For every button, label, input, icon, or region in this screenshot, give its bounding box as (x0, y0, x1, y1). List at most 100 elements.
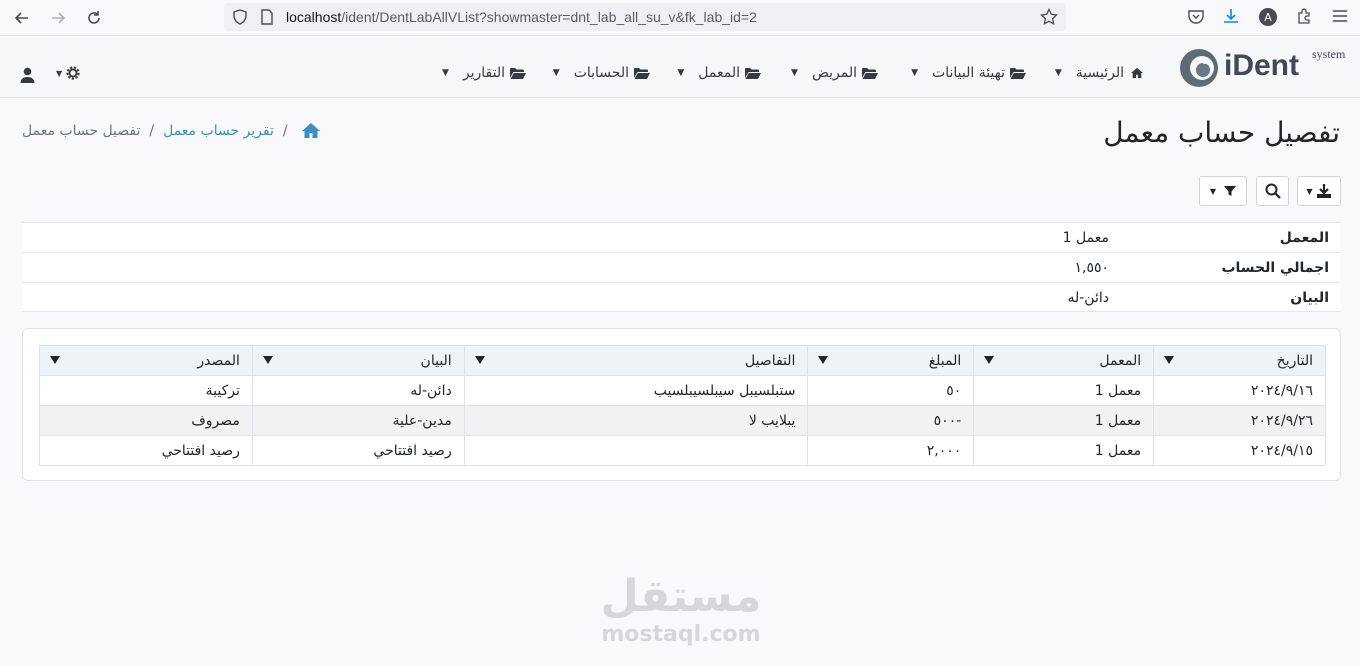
caret-down-icon: ▼ (1306, 186, 1313, 196)
download-icon (1316, 184, 1331, 198)
cell-date: ٢٠٢٤/٩/١٥ (1153, 435, 1326, 466)
watermark-arabic: مستقل (600, 571, 762, 622)
column-header-details[interactable]: التفاصيل (463, 345, 809, 376)
back-button[interactable] (10, 6, 34, 30)
breadcrumb-current: تفصيل حساب معمل (22, 122, 141, 139)
filter-icon[interactable] (50, 355, 60, 365)
filter-icon[interactable] (1164, 355, 1175, 365)
browser-toolbar: localhost/ident/DentLabAllVList?showmast… (0, 0, 1360, 36)
breadcrumb-separator: / (149, 122, 155, 139)
page-icon (261, 9, 273, 25)
nav-patient[interactable]: المريض ▼ (791, 63, 878, 83)
url-text: localhost/ident/DentLabAllVList?showmast… (286, 9, 757, 25)
url-host: localhost (286, 9, 342, 25)
cell-amount: -٥٠٠ (807, 405, 975, 436)
cell-amount: ٥٠ (807, 375, 975, 406)
cell-source: رصيد افتتاحي (39, 435, 253, 466)
reload-icon (88, 11, 100, 24)
caret-down-icon: ▼ (56, 68, 63, 78)
table-row[interactable]: ٢٠٢٤/٩/١٥ معمل 1 ٢,٠٠٠ رصيد افتتاحي رصيد… (39, 435, 1326, 466)
download-icon[interactable] (1222, 7, 1240, 25)
pocket-icon[interactable] (1187, 8, 1205, 26)
cell-lab: معمل 1 (973, 405, 1155, 436)
filter-icon[interactable] (474, 355, 485, 365)
menu-icon[interactable] (1331, 8, 1349, 24)
gear-icon (66, 66, 80, 80)
settings-dropdown[interactable]: ▼ (56, 64, 82, 82)
nav-accounts-label: الحسابات (573, 65, 629, 81)
logo-text: iDent (1224, 49, 1299, 82)
column-header-lab[interactable]: المعمل (973, 345, 1155, 376)
master-value: ١,٥٥٠ (1074, 260, 1109, 276)
chevron-down-icon: ▼ (791, 68, 798, 78)
cell-lab: معمل 1 (973, 435, 1155, 466)
forward-button[interactable] (46, 6, 70, 30)
nav-data-setup[interactable]: تهيئة البيانات ▼ (911, 63, 1026, 83)
cell-amount: ٢,٠٠٠ (807, 435, 975, 466)
column-header-amount[interactable]: المبلغ (807, 345, 975, 376)
folder-open-icon (862, 68, 878, 79)
logo[interactable]: iDent system (1178, 45, 1348, 91)
master-label: اجمالي الحساب (1221, 260, 1329, 276)
account-icon[interactable]: A (1259, 8, 1277, 26)
chevron-down-icon: ▼ (552, 68, 560, 78)
address-bar[interactable]: localhost/ident/DentLabAllVList?showmast… (224, 3, 1066, 31)
reload-button[interactable] (82, 6, 106, 30)
arrow-right-icon (52, 12, 66, 24)
app-header: iDent system الرئيسية ▼ تهيئة البيانات ▼… (0, 37, 1360, 98)
folder-open-icon (634, 68, 650, 79)
search-button[interactable] (1256, 176, 1289, 206)
grid-header-row: التاريخ المعمل المبلغ التفاصيل البيان ال… (39, 345, 1326, 376)
nav-reports[interactable]: التقارير ▼ (442, 63, 526, 83)
home-icon[interactable] (301, 122, 321, 139)
arrow-left-icon (14, 12, 28, 24)
breadcrumb-parent-link[interactable]: تقرير حساب معمل (163, 123, 274, 139)
cell-statement: مدين-علية (251, 405, 465, 436)
breadcrumb: / تقرير حساب معمل / تفصيل حساب معمل (22, 122, 321, 139)
table-row[interactable]: ٢٠٢٤/٩/٢٦ معمل 1 -٥٠٠ يبلايب لا مدين-علي… (39, 405, 1326, 436)
nav-lab[interactable]: المعمل ▼ (677, 63, 761, 83)
filter-icon[interactable] (818, 355, 829, 365)
star-icon[interactable] (1040, 8, 1058, 26)
cell-statement: دائن-له (251, 375, 465, 406)
filter-icon[interactable] (262, 355, 273, 365)
breadcrumb-separator: / (282, 122, 288, 139)
table-row[interactable]: ٢٠٢٤/٩/١٦ معمل 1 ٥٠ ستبلسيبل سيبلسيبلسيب… (39, 375, 1326, 406)
caret-down-icon: ▼ (1209, 186, 1217, 196)
filter-button[interactable]: ▼ (1199, 176, 1247, 206)
extensions-icon[interactable] (1295, 7, 1313, 25)
master-row: المعمل معمل 1 (22, 222, 1341, 252)
filter-icon (1224, 186, 1237, 196)
column-header-label: المصدر (197, 352, 240, 369)
column-header-statement[interactable]: البيان (251, 345, 465, 376)
folder-open-icon (1010, 68, 1026, 79)
watermark-latin: mostaql.com (601, 622, 761, 647)
master-row: البيان دائن-له (22, 282, 1341, 312)
cell-details: يبلايب لا (463, 405, 809, 436)
home-icon (1131, 67, 1143, 79)
chevron-down-icon: ▼ (677, 68, 685, 78)
folder-open-icon (510, 68, 526, 79)
nav-lab-label: المعمل (698, 65, 740, 81)
logo-mark-icon (1180, 49, 1218, 87)
column-header-label: التفاصيل (744, 352, 796, 369)
master-row: اجمالي الحساب ١,٥٥٠ (22, 252, 1341, 282)
master-value: معمل 1 (1062, 230, 1109, 246)
nav-accounts[interactable]: الحسابات ▼ (553, 63, 650, 83)
cell-lab: معمل 1 (973, 375, 1155, 406)
column-header-date[interactable]: التاريخ (1153, 345, 1326, 376)
watermark: مستقل mostaql.com (598, 570, 764, 646)
column-header-label: المعمل (1099, 352, 1142, 369)
nav-home-label: الرئيسية (1075, 65, 1124, 81)
export-button[interactable]: ▼ (1297, 176, 1341, 206)
column-header-source[interactable]: المصدر (39, 345, 253, 376)
column-header-label: المبلغ (928, 352, 962, 369)
column-header-label: البيان (420, 352, 452, 369)
detail-card: التاريخ المعمل المبلغ التفاصيل البيان ال… (22, 328, 1341, 481)
user-icon[interactable] (20, 67, 35, 83)
master-label: المعمل (1279, 230, 1329, 246)
master-record: المعمل معمل 1 اجمالي الحساب ١,٥٥٠ البيان… (22, 222, 1341, 312)
cell-source: تركيبة (39, 375, 253, 406)
filter-icon[interactable] (984, 355, 995, 365)
nav-home[interactable]: الرئيسية ▼ (1055, 63, 1145, 83)
